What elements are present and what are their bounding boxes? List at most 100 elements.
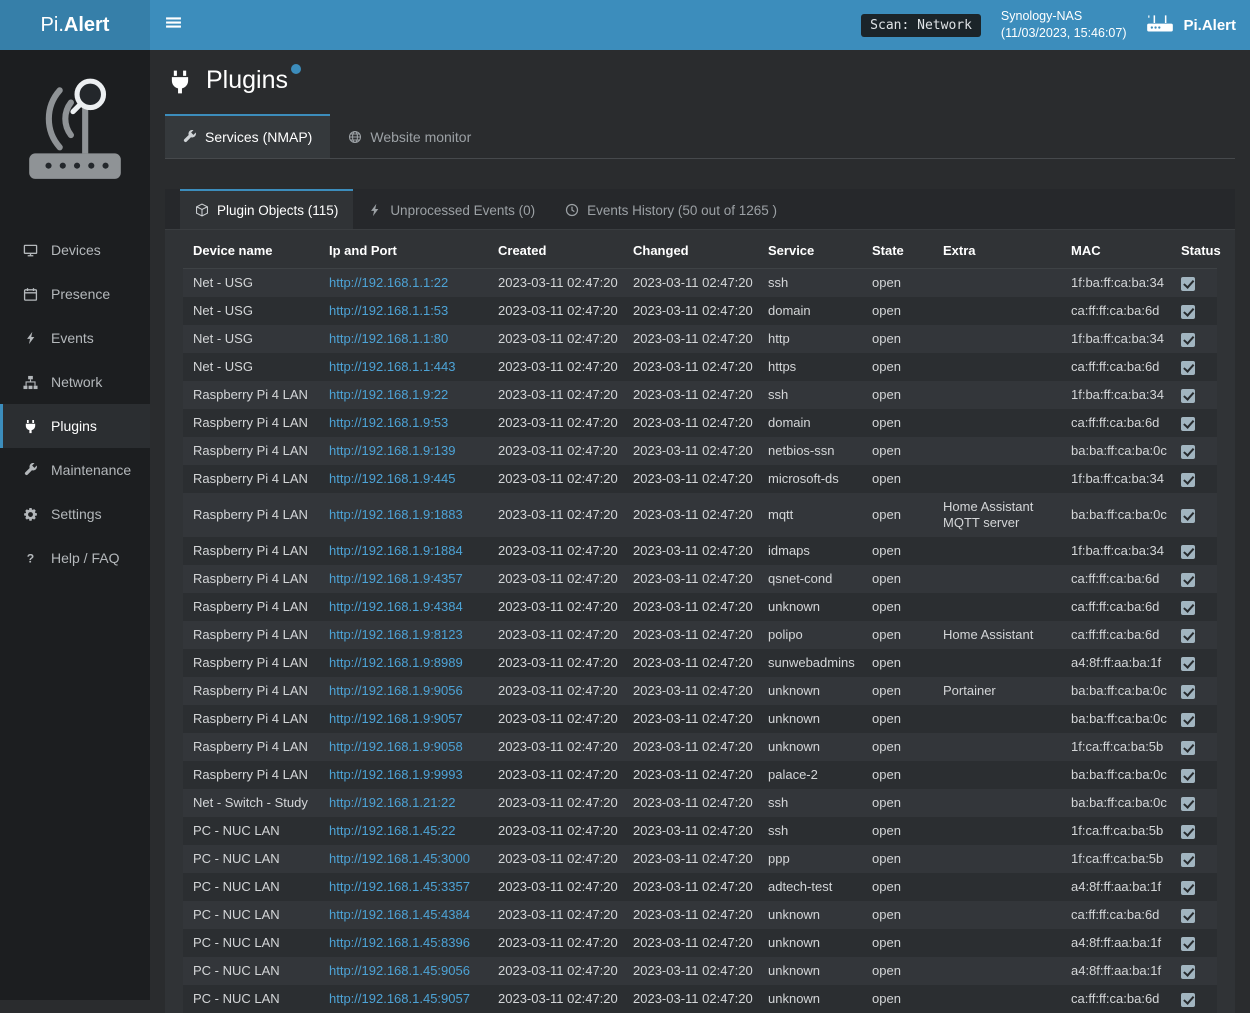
ip-port-link[interactable]: http://192.168.1.45:22 — [329, 823, 456, 838]
cell-service: unknown — [758, 901, 862, 929]
status-checkbox[interactable] — [1181, 657, 1195, 671]
column-header-ip-and-port[interactable]: Ip and Port — [319, 232, 488, 269]
status-checkbox[interactable] — [1181, 473, 1195, 487]
status-checkbox[interactable] — [1181, 965, 1195, 979]
status-checkbox[interactable] — [1181, 445, 1195, 459]
ip-port-link[interactable]: http://192.168.1.21:22 — [329, 795, 456, 810]
ip-port-link[interactable]: http://192.168.1.9:1884 — [329, 543, 463, 558]
status-checkbox[interactable] — [1181, 825, 1195, 839]
column-header-service[interactable]: Service — [758, 232, 862, 269]
subtab-events-history-50-out-of-1265[interactable]: Events History (50 out of 1265 ) — [550, 189, 792, 229]
status-checkbox[interactable] — [1181, 713, 1195, 727]
cell-mac: ba:ba:ff:ca:ba:0c — [1061, 437, 1171, 465]
status-checkbox[interactable] — [1181, 769, 1195, 783]
ip-port-link[interactable]: http://192.168.1.9:22 — [329, 387, 448, 402]
column-header-mac[interactable]: MAC — [1061, 232, 1171, 269]
column-header-created[interactable]: Created — [488, 232, 623, 269]
status-checkbox[interactable] — [1181, 389, 1195, 403]
status-checkbox[interactable] — [1181, 741, 1195, 755]
sidebar-item-devices[interactable]: Devices — [0, 228, 150, 272]
column-header-status[interactable]: Status — [1171, 232, 1217, 269]
tab-services-nmap[interactable]: Services (NMAP) — [165, 114, 330, 158]
ip-port-link[interactable]: http://192.168.1.9:53 — [329, 415, 448, 430]
status-checkbox[interactable] — [1181, 305, 1195, 319]
ip-port-link[interactable]: http://192.168.1.9:4357 — [329, 571, 463, 586]
ip-port-link[interactable]: http://192.168.1.9:9056 — [329, 683, 463, 698]
cell-service: unknown — [758, 677, 862, 705]
status-checkbox[interactable] — [1181, 333, 1195, 347]
table-row: Raspberry Pi 4 LAN http://192.168.1.9:90… — [183, 733, 1217, 761]
cell-extra — [933, 845, 1061, 873]
ip-port-link[interactable]: http://192.168.1.45:4384 — [329, 907, 470, 922]
cell-status — [1171, 493, 1217, 537]
table-row: PC - NUC LAN http://192.168.1.45:8396 20… — [183, 929, 1217, 957]
sidebar-item-network[interactable]: Network — [0, 360, 150, 404]
cell-ip-port: http://192.168.1.9:9993 — [319, 761, 488, 789]
ip-port-link[interactable]: http://192.168.1.9:8123 — [329, 627, 463, 642]
status-checkbox[interactable] — [1181, 601, 1195, 615]
cell-device-name: Net - USG — [183, 353, 319, 381]
ip-port-link[interactable]: http://192.168.1.45:9056 — [329, 963, 470, 978]
status-checkbox[interactable] — [1181, 573, 1195, 587]
column-header-changed[interactable]: Changed — [623, 232, 758, 269]
cell-extra — [933, 409, 1061, 437]
table-row: PC - NUC LAN http://192.168.1.45:9057 20… — [183, 985, 1217, 1013]
sidebar-item-presence[interactable]: Presence — [0, 272, 150, 316]
brand-logo[interactable]: Pi.Alert — [0, 0, 150, 50]
table-row: PC - NUC LAN http://192.168.1.45:9056 20… — [183, 957, 1217, 985]
status-checkbox[interactable] — [1181, 629, 1195, 643]
ip-port-link[interactable]: http://192.168.1.9:9058 — [329, 739, 463, 754]
ip-port-link[interactable]: http://192.168.1.45:3357 — [329, 879, 470, 894]
cell-mac: ba:ba:ff:ca:ba:0c — [1061, 705, 1171, 733]
cell-state: open — [862, 929, 933, 957]
cell-status — [1171, 957, 1217, 985]
cell-extra — [933, 565, 1061, 593]
column-header-state[interactable]: State — [862, 232, 933, 269]
title-info-badge[interactable] — [291, 64, 301, 74]
ip-port-link[interactable]: http://192.168.1.9:139 — [329, 443, 456, 458]
ip-port-link[interactable]: http://192.168.1.9:8989 — [329, 655, 463, 670]
ip-port-link[interactable]: http://192.168.1.9:4384 — [329, 599, 463, 614]
pialert-nav-link[interactable]: Pi.Alert — [1146, 12, 1236, 38]
status-checkbox[interactable] — [1181, 909, 1195, 923]
sidebar-item-events[interactable]: Events — [0, 316, 150, 360]
status-checkbox[interactable] — [1181, 937, 1195, 951]
ip-port-link[interactable]: http://192.168.1.1:443 — [329, 359, 456, 374]
cell-extra: Portainer — [933, 677, 1061, 705]
ip-port-link[interactable]: http://192.168.1.9:445 — [329, 471, 456, 486]
status-checkbox[interactable] — [1181, 509, 1195, 523]
cell-device-name: Raspberry Pi 4 LAN — [183, 565, 319, 593]
ip-port-link[interactable]: http://192.168.1.1:53 — [329, 303, 448, 318]
status-checkbox[interactable] — [1181, 881, 1195, 895]
sidebar-item-help-faq[interactable]: ? Help / FAQ — [0, 536, 150, 580]
ip-port-link[interactable]: http://192.168.1.45:3000 — [329, 851, 470, 866]
status-checkbox[interactable] — [1181, 797, 1195, 811]
sidebar-item-settings[interactable]: Settings — [0, 492, 150, 536]
ip-port-link[interactable]: http://192.168.1.45:9057 — [329, 991, 470, 1006]
status-checkbox[interactable] — [1181, 853, 1195, 867]
column-header-extra[interactable]: Extra — [933, 232, 1061, 269]
subtab-unprocessed-events-0[interactable]: Unprocessed Events (0) — [353, 189, 550, 229]
sidebar-item-plugins[interactable]: Plugins — [0, 404, 150, 448]
status-checkbox[interactable] — [1181, 361, 1195, 375]
ip-port-link[interactable]: http://192.168.1.9:1883 — [329, 507, 463, 522]
status-checkbox[interactable] — [1181, 417, 1195, 431]
ip-port-link[interactable]: http://192.168.1.9:9993 — [329, 767, 463, 782]
ip-port-link[interactable]: http://192.168.1.1:80 — [329, 331, 448, 346]
sidebar-toggle-button[interactable] — [150, 0, 196, 50]
ip-port-link[interactable]: http://192.168.1.9:9057 — [329, 711, 463, 726]
ip-port-link[interactable]: http://192.168.1.45:8396 — [329, 935, 470, 950]
sidebar-item-maintenance[interactable]: Maintenance — [0, 448, 150, 492]
cell-state: open — [862, 381, 933, 409]
cell-extra — [933, 297, 1061, 325]
ip-port-link[interactable]: http://192.168.1.1:22 — [329, 275, 448, 290]
status-checkbox[interactable] — [1181, 545, 1195, 559]
tab-website-monitor[interactable]: Website monitor — [330, 114, 489, 158]
column-header-device-name[interactable]: Device name — [183, 232, 319, 269]
table-row: Net - Switch - Study http://192.168.1.21… — [183, 789, 1217, 817]
status-checkbox[interactable] — [1181, 685, 1195, 699]
status-checkbox[interactable] — [1181, 277, 1195, 291]
cell-created: 2023-03-11 02:47:20 — [488, 761, 623, 789]
subtab-plugin-objects-115[interactable]: Plugin Objects (115) — [180, 189, 353, 229]
cell-service: adtech-test — [758, 873, 862, 901]
